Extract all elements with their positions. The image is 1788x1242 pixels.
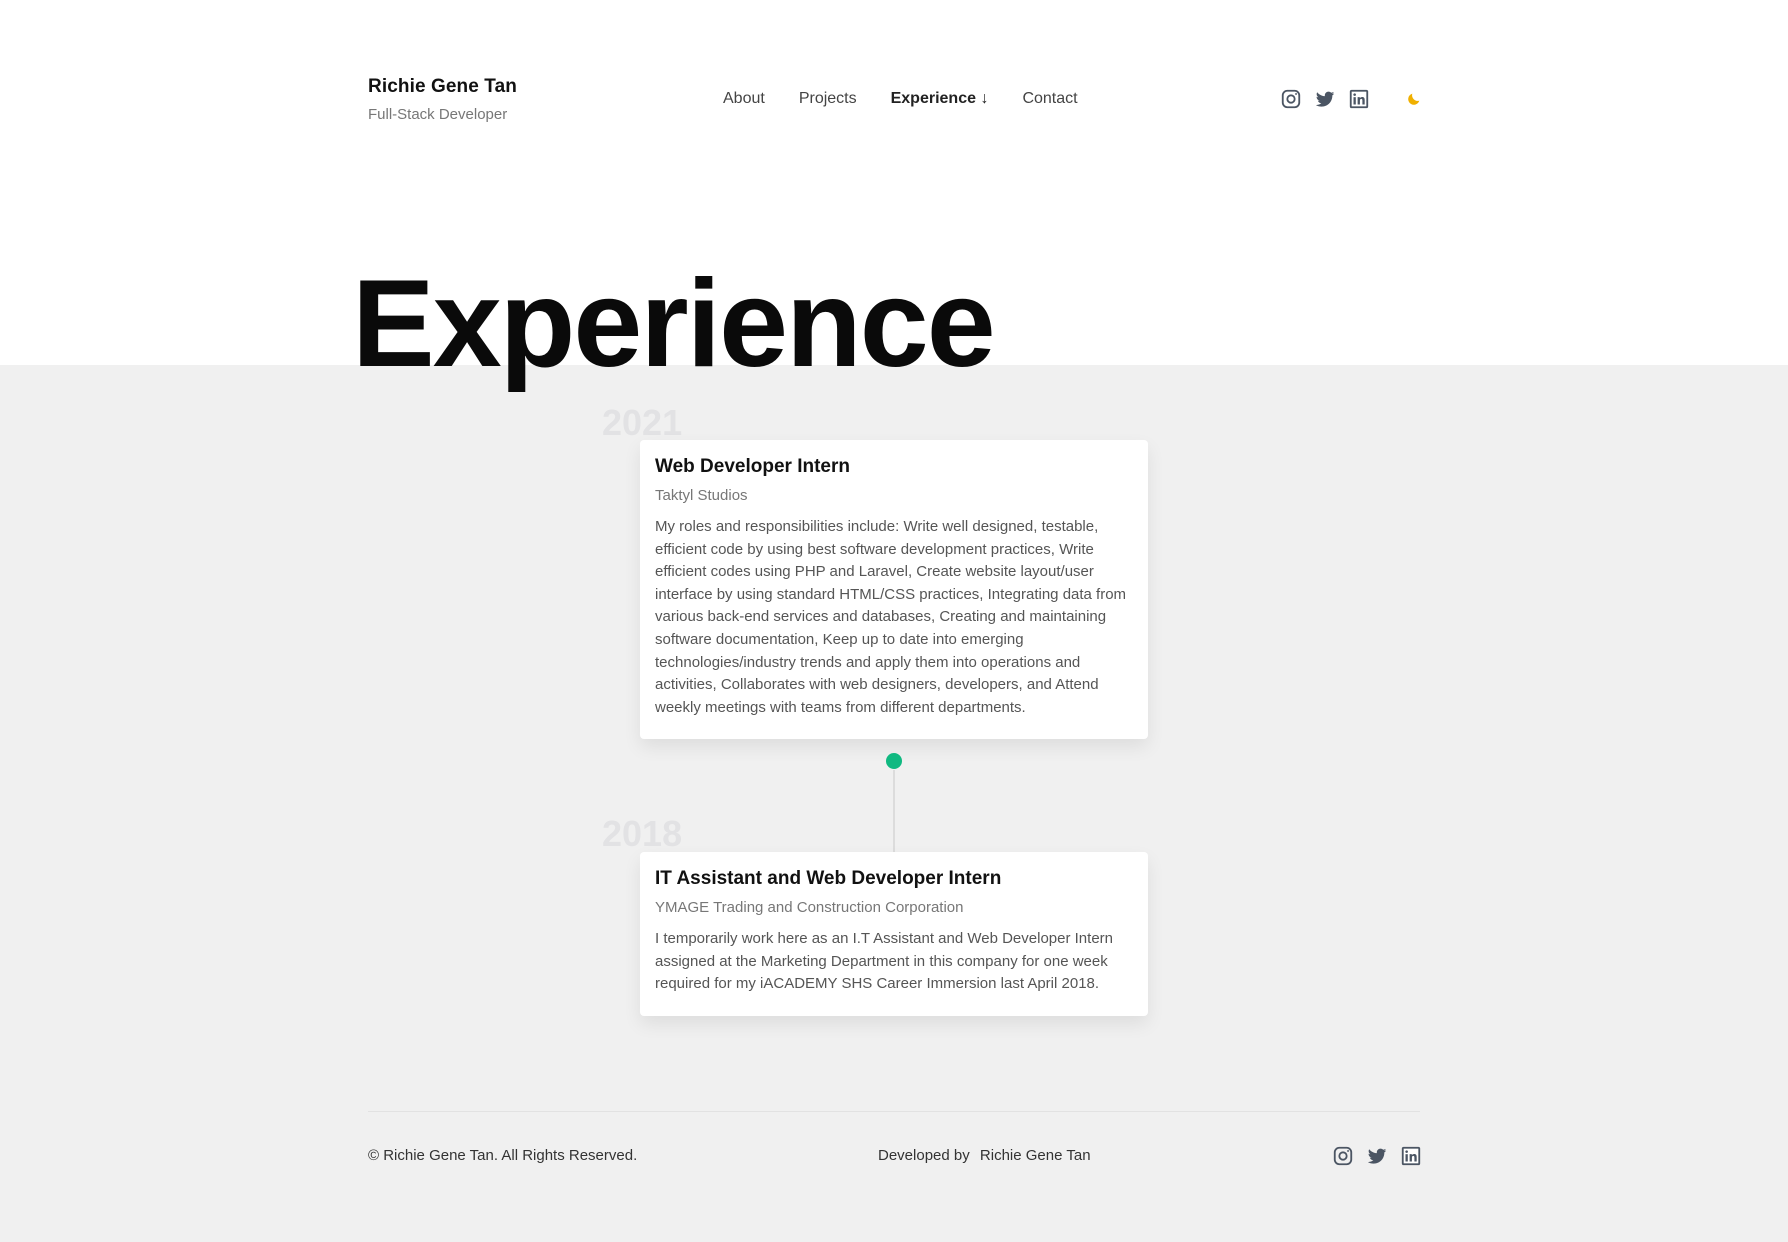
- footer-divider: [368, 1111, 1420, 1112]
- twitter-icon[interactable]: [1366, 1145, 1388, 1167]
- instagram-icon[interactable]: [1280, 88, 1302, 110]
- nav-contact[interactable]: Contact: [1022, 90, 1077, 108]
- developer-credit: Developed by Richie Gene Tan: [878, 1147, 1091, 1164]
- instagram-icon[interactable]: [1332, 1145, 1354, 1167]
- experience-card: IT Assistant and Web Developer Intern YM…: [640, 852, 1148, 1016]
- linkedin-icon[interactable]: [1400, 1145, 1422, 1167]
- page-title: Experience: [352, 255, 996, 393]
- developer-link[interactable]: Richie Gene Tan: [980, 1147, 1091, 1164]
- experience-title: Web Developer Intern: [655, 456, 850, 477]
- footer-social-links: [1332, 1145, 1434, 1167]
- experience-description: My roles and responsibilities include: W…: [655, 518, 1127, 716]
- experience-company: YMAGE Trading and Construction Corporati…: [655, 899, 964, 916]
- experience-card: Web Developer Intern Taktyl Studios My r…: [640, 440, 1148, 740]
- copyright-text: © Richie Gene Tan. All Rights Reserved.: [368, 1147, 638, 1164]
- twitter-icon[interactable]: [1314, 88, 1336, 110]
- experience-company: Taktyl Studios: [655, 487, 748, 504]
- nav-experience[interactable]: Experience ↓: [891, 90, 989, 108]
- developed-by-label: Developed by: [878, 1147, 970, 1164]
- experience-title: IT Assistant and Web Developer Intern: [655, 868, 1002, 889]
- moon-icon[interactable]: [1406, 91, 1422, 107]
- linkedin-icon[interactable]: [1348, 88, 1370, 110]
- nav-about[interactable]: About: [723, 90, 765, 108]
- timeline-connector: [893, 770, 895, 852]
- year-label: 2021: [602, 402, 683, 443]
- timeline-dot: [886, 753, 902, 769]
- experience-description: I temporarily work here as an I.T Assist…: [655, 930, 1113, 993]
- year-label: 2018: [602, 813, 683, 854]
- header-social-links: [1280, 88, 1434, 110]
- brand[interactable]: Richie Gene Tan Full-Stack Developer: [368, 76, 517, 123]
- main-nav: About Projects Experience ↓ Contact: [723, 90, 1112, 108]
- brand-name[interactable]: Richie Gene Tan: [368, 76, 517, 98]
- nav-projects[interactable]: Projects: [799, 90, 857, 108]
- brand-role: Full-Stack Developer: [368, 106, 508, 123]
